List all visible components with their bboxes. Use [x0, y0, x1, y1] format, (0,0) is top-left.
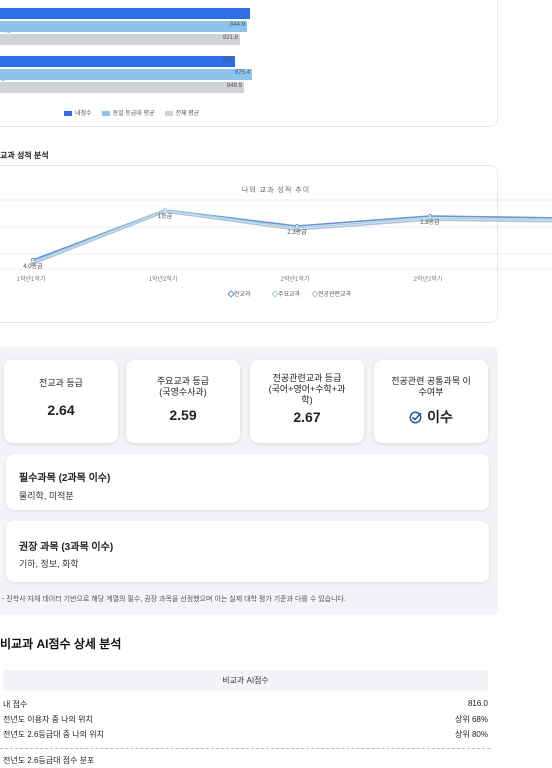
- grade-trend-chart: 4.0등급 1등급 2.3등급 1.8등급 1학년1학기 1학년2학기 2학년1학기 2학년2…: [0, 199, 552, 298]
- ai-row-value: 상위 68%: [455, 715, 488, 724]
- x-tick-label: 1학년2학기: [149, 275, 178, 283]
- bar[interactable]: [0, 8, 250, 19]
- bar[interactable]: 848.9: [0, 82, 244, 93]
- recommended-subjects-title: 권장 과목 (3과목 이수): [19, 542, 114, 553]
- series-line-전공관련교과: [32, 211, 552, 265]
- divider: [0, 748, 490, 749]
- bar-value-label: 848.9: [226, 83, 242, 89]
- legend-item-mine[interactable]: 내점수: [64, 108, 92, 117]
- ai-distribution-label: 전년도 2.6등급대 점수 분포: [3, 756, 95, 765]
- x-tick-label: 2학년2학기: [414, 275, 443, 283]
- stat-value: 이수: [427, 409, 453, 425]
- legend-item-same[interactable]: 동일 등급대 평균: [101, 108, 155, 117]
- ai-row-label: 전년도 2.6등급대 중 나의 위치: [3, 730, 104, 739]
- ai-row-rank-grade: 전년도 2.6등급대 중 나의 위치 상위 80%: [3, 729, 488, 740]
- required-subjects-title: 필수과목 (2과목 이수): [19, 473, 111, 484]
- legend-label: 동일 등급대 평균: [112, 111, 155, 117]
- stat-card-common-course: 전공관련 공통과목 이 수여부 이수: [374, 360, 488, 443]
- check-circle-icon: [409, 411, 422, 423]
- legend-label: 주요교과: [278, 290, 301, 298]
- bar[interactable]: 875.4: [0, 69, 252, 80]
- bar-value-label: 802: [222, 57, 233, 63]
- bar[interactable]: 844.9: [0, 21, 247, 32]
- data-label: 1등급: [158, 213, 173, 220]
- stat-card-main-subjects: 주요교과 등급 (국영수사과) 2.59: [126, 360, 240, 443]
- x-tick-label: 1학년1학기: [17, 275, 46, 283]
- ai-row-label: 내 점수: [3, 700, 28, 709]
- disclaimer-note: - 진학사 자체 데이터 기반으로 해당 계열의 필수, 권장 과목을 선정했으…: [2, 596, 346, 603]
- bar-value-label: 844.9: [229, 22, 245, 28]
- ai-row-my-score: 내 점수 816.0: [3, 699, 488, 710]
- recommended-subjects-list: 기하, 정보, 화학: [19, 559, 79, 569]
- stat-card-major-subjects: 전공관련교과 등급 (국어+영어+수학+과 학) 2.67: [250, 360, 364, 443]
- legend-label: 전공관련교과: [318, 290, 352, 298]
- ai-row-rank-all: 전년도 이용자 중 나의 위치 상위 68%: [3, 714, 488, 725]
- stat-label: 전공관련교과 등급 (국어+영어+수학+과 학): [268, 373, 346, 405]
- stat-value: 2.67: [293, 409, 321, 425]
- stat-value: 2.64: [47, 402, 75, 418]
- ai-row-value: 상위 80%: [455, 730, 488, 739]
- stat-value: 2.59: [169, 407, 197, 423]
- stat-label: 전교과 등급: [39, 378, 83, 388]
- ai-row-label: 전년도 이용자 중 나의 위치: [3, 715, 93, 724]
- stat-card-all-subjects: 전교과 등급 2.64: [4, 360, 118, 443]
- completion-status: 이수: [374, 407, 488, 427]
- bar[interactable]: 802: [0, 56, 235, 67]
- ai-row-value: 816.0: [467, 699, 488, 708]
- ai-table-header: 비교과 AI점수: [3, 670, 488, 691]
- legend-label: 내점수: [75, 111, 92, 117]
- stat-label: 주요교과 등급 (국영수사과): [156, 376, 210, 397]
- x-tick-label: 2학년1학기: [281, 275, 310, 283]
- required-subjects-list: 물리학, 미적분: [19, 491, 74, 501]
- legend-label: 전체 평균: [175, 111, 200, 117]
- bar[interactable]: 821.8: [0, 34, 240, 45]
- section-title: 교과 성적 분석: [0, 151, 49, 160]
- data-label: 1.8등급: [420, 219, 440, 226]
- legend-item-all[interactable]: 전체 평균: [164, 108, 200, 117]
- ai-section-title: 비교과 AI점수 상세 분석: [0, 637, 122, 651]
- legend-label: 전교과: [234, 290, 251, 298]
- bar-value-label: 821.8: [222, 35, 238, 41]
- stat-label: 전공관련 공통과목 이 수여부: [391, 376, 471, 397]
- bar-chart-legend: 내점수 동일 등급대 평균 전체 평균: [64, 108, 199, 117]
- data-label: 2.3등급: [287, 229, 307, 236]
- data-label: 4.0등급: [23, 263, 43, 270]
- bar-value-label: 875.4: [234, 70, 250, 76]
